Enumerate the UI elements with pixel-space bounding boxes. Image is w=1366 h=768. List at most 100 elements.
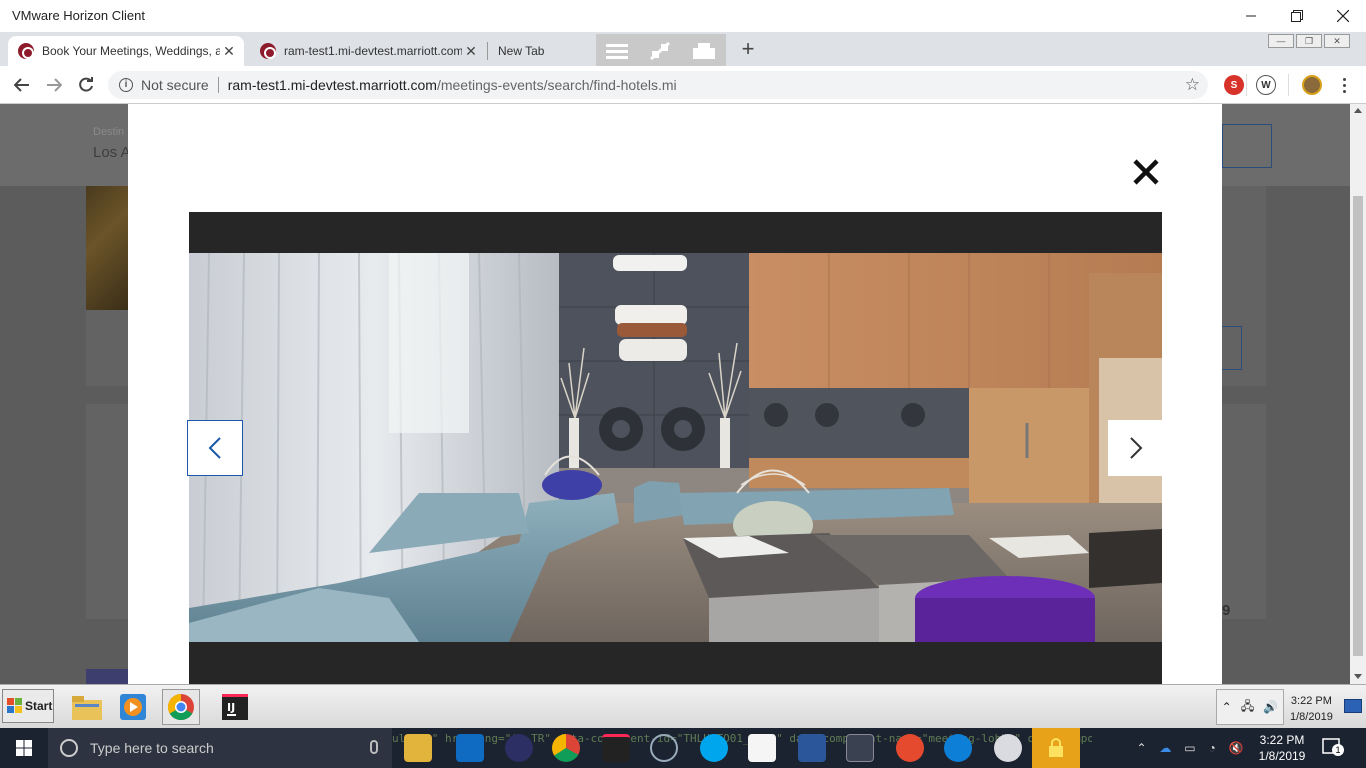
eclipse-icon[interactable] bbox=[505, 734, 533, 762]
security-label: Not secure bbox=[141, 77, 209, 93]
host-date: 1/8/2019 bbox=[1258, 749, 1306, 763]
extension-w-icon[interactable]: W bbox=[1256, 75, 1276, 95]
svg-text:IJ: IJ bbox=[227, 701, 235, 714]
carousel-next-button[interactable] bbox=[1108, 420, 1164, 476]
windows-start-button[interactable] bbox=[0, 728, 48, 768]
wifi-icon[interactable]: ◔ bbox=[1208, 741, 1215, 755]
remote-time: 3:22 PM bbox=[1290, 695, 1332, 707]
host-system-tray: ⌃ ☁ ▭ ◔ 🔇 bbox=[1130, 728, 1250, 768]
tab-close-icon[interactable]: ✕ bbox=[220, 42, 238, 60]
host-chrome-icon[interactable] bbox=[552, 734, 580, 762]
show-desktop-icon[interactable] bbox=[1344, 699, 1362, 713]
tab-ram-test[interactable]: ram-test1.mi-devtest.marriott.com/e ✕ bbox=[250, 36, 486, 66]
browser-toolbar: i Not secure ram-test1.mi-devtest.marrio… bbox=[0, 66, 1366, 104]
extension-s-icon[interactable]: S bbox=[1224, 75, 1244, 95]
host-clock[interactable]: 3:22 PM 1/8/2019 bbox=[1252, 732, 1312, 764]
host-taskbar: Type here to search ult.mi" hreflang="tr… bbox=[0, 728, 1366, 768]
close-icon bbox=[1133, 159, 1159, 185]
word-icon[interactable] bbox=[798, 734, 826, 762]
photos-icon[interactable] bbox=[748, 734, 776, 762]
search-placeholder: Type here to search bbox=[90, 740, 214, 756]
host-time: 3:22 PM bbox=[1259, 733, 1305, 747]
file-explorer-icon[interactable] bbox=[68, 689, 106, 725]
cortana-icon bbox=[60, 739, 78, 757]
vmware-title: VMware Horizon Client bbox=[12, 8, 145, 23]
network-icon[interactable]: 🖧 bbox=[1241, 697, 1254, 718]
marriott-favicon-icon bbox=[260, 43, 276, 59]
windows-logo-icon bbox=[16, 740, 32, 756]
tab-label: New Tab bbox=[498, 44, 545, 58]
toolbar-divider bbox=[1246, 74, 1247, 96]
bookmark-star-icon[interactable]: ☆ bbox=[1185, 76, 1200, 94]
send-ctrl-alt-del-icon[interactable] bbox=[692, 42, 716, 60]
onedrive-icon[interactable]: ☁ bbox=[1159, 741, 1171, 755]
postman-icon[interactable] bbox=[896, 734, 924, 762]
remote-clock[interactable]: 3:22 PM 1/8/2019 bbox=[1290, 693, 1333, 725]
remote-desktop-icon[interactable] bbox=[846, 734, 874, 762]
chrome-taskbar-button[interactable] bbox=[162, 689, 200, 725]
forward-arrow-icon bbox=[47, 78, 62, 92]
paint-icon[interactable] bbox=[994, 734, 1022, 762]
obs-icon[interactable] bbox=[650, 734, 678, 762]
carousel-prev-button[interactable] bbox=[187, 420, 243, 476]
start-button[interactable]: Start bbox=[2, 689, 54, 723]
lock-icon bbox=[1049, 738, 1063, 757]
profile-avatar[interactable] bbox=[1302, 75, 1322, 95]
chevron-left-icon bbox=[208, 437, 221, 459]
minimize-button[interactable] bbox=[1228, 0, 1274, 32]
hotel-lobby-photo bbox=[189, 253, 1162, 642]
edge-icon[interactable] bbox=[944, 734, 972, 762]
tray-expand-icon[interactable]: ⌃ bbox=[1136, 741, 1146, 755]
skype-icon[interactable] bbox=[700, 734, 728, 762]
host-intellij-icon[interactable] bbox=[602, 734, 630, 762]
vmware-horizon-taskbar-button[interactable] bbox=[1032, 728, 1080, 768]
media-player-icon[interactable] bbox=[114, 689, 152, 725]
volume-muted-icon[interactable]: 🔇 bbox=[1229, 741, 1244, 755]
scroll-down-icon[interactable] bbox=[1354, 674, 1362, 679]
remote-taskbar: Start IJ ⌃ 🖧 🔊 3:22 PM 1/8/2019 bbox=[0, 684, 1366, 728]
battery-icon[interactable]: ▭ bbox=[1184, 741, 1195, 755]
host-file-explorer-icon[interactable] bbox=[404, 734, 432, 762]
remote-minimize-button[interactable]: — bbox=[1268, 34, 1294, 48]
tab-close-icon[interactable]: ✕ bbox=[462, 42, 480, 60]
marriott-favicon-icon bbox=[18, 43, 34, 59]
info-icon[interactable]: i bbox=[119, 78, 133, 92]
modal-close-button[interactable] bbox=[1132, 158, 1160, 186]
intellij-icon[interactable]: IJ bbox=[216, 689, 254, 725]
microphone-icon[interactable] bbox=[370, 740, 378, 754]
remote-date: 1/8/2019 bbox=[1290, 711, 1333, 723]
background-code-text: ult.mi" hreflang="tr-TR" data-component-… bbox=[392, 732, 1092, 745]
new-tab-button[interactable]: + bbox=[736, 36, 760, 62]
remote-window-controls: — ❐ ✕ bbox=[1268, 34, 1350, 48]
forward-button[interactable] bbox=[42, 74, 66, 96]
remote-system-tray: ⌃ 🖧 🔊 bbox=[1216, 689, 1284, 725]
action-center-button[interactable]: 1 bbox=[1322, 738, 1344, 758]
volume-icon[interactable]: 🔊 bbox=[1263, 700, 1278, 714]
remote-restore-button[interactable]: ❐ bbox=[1296, 34, 1322, 48]
hotel-card-backdrop bbox=[1222, 186, 1266, 386]
chrome-menu-icon[interactable] bbox=[1338, 76, 1350, 94]
remote-close-button[interactable]: ✕ bbox=[1324, 34, 1350, 48]
destination-value: Los A bbox=[93, 144, 131, 161]
address-bar[interactable]: i Not secure ram-test1.mi-devtest.marrio… bbox=[108, 71, 1208, 99]
chrome-icon bbox=[167, 693, 194, 721]
hotel-card-backdrop: 9 bbox=[1222, 404, 1266, 619]
back-button[interactable] bbox=[10, 74, 34, 96]
scrollbar-thumb[interactable] bbox=[1353, 196, 1363, 656]
notification-count: 1 bbox=[1332, 744, 1344, 756]
taskbar-search-box[interactable]: Type here to search bbox=[48, 728, 392, 768]
tab-book-meetings[interactable]: Book Your Meetings, Weddings, and ✕ bbox=[8, 36, 244, 66]
photo-gallery-modal bbox=[128, 104, 1222, 684]
close-window-button[interactable] bbox=[1320, 0, 1366, 32]
menu-icon[interactable] bbox=[606, 43, 629, 59]
address-divider bbox=[217, 77, 219, 93]
scroll-up-icon[interactable] bbox=[1354, 108, 1362, 113]
reload-button[interactable] bbox=[74, 74, 98, 96]
page-scrollbar[interactable] bbox=[1350, 104, 1366, 684]
back-arrow-icon bbox=[14, 78, 29, 92]
tab-new-tab[interactable]: New Tab bbox=[488, 36, 598, 66]
restore-button[interactable] bbox=[1274, 0, 1320, 32]
outlook-icon[interactable] bbox=[456, 734, 484, 762]
tray-expand-icon[interactable]: ⌃ bbox=[1222, 700, 1232, 714]
disconnect-icon[interactable] bbox=[649, 41, 671, 61]
